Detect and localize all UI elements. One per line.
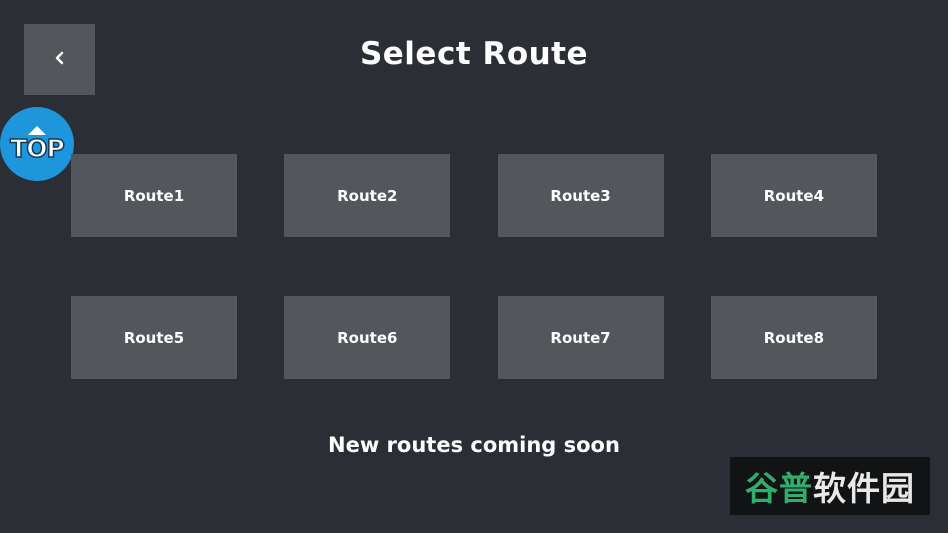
page-title: Select Route <box>359 36 589 72</box>
route-button-1[interactable]: Route1 <box>71 154 237 237</box>
top-label: TOP <box>9 134 65 163</box>
route-button-2[interactable]: Route2 <box>284 154 451 237</box>
watermark-text-green: 谷普 <box>745 469 813 508</box>
route-button-6[interactable]: Route6 <box>284 296 451 379</box>
watermark-logo: 谷普 软件园 <box>730 457 930 515</box>
watermark-text-white: 软件园 <box>813 469 915 508</box>
route-grid: Route1 Route2 Route3 Route4 Route5 Route… <box>71 154 877 379</box>
route-button-5[interactable]: Route5 <box>71 296 237 379</box>
route-button-4[interactable]: Route4 <box>710 154 877 237</box>
scroll-to-top-button[interactable]: TOP <box>0 107 74 181</box>
route-button-3[interactable]: Route3 <box>497 154 664 237</box>
route-button-7[interactable]: Route7 <box>497 296 664 379</box>
coming-soon-message: New routes coming soon <box>328 433 620 457</box>
route-button-8[interactable]: Route8 <box>710 296 877 379</box>
